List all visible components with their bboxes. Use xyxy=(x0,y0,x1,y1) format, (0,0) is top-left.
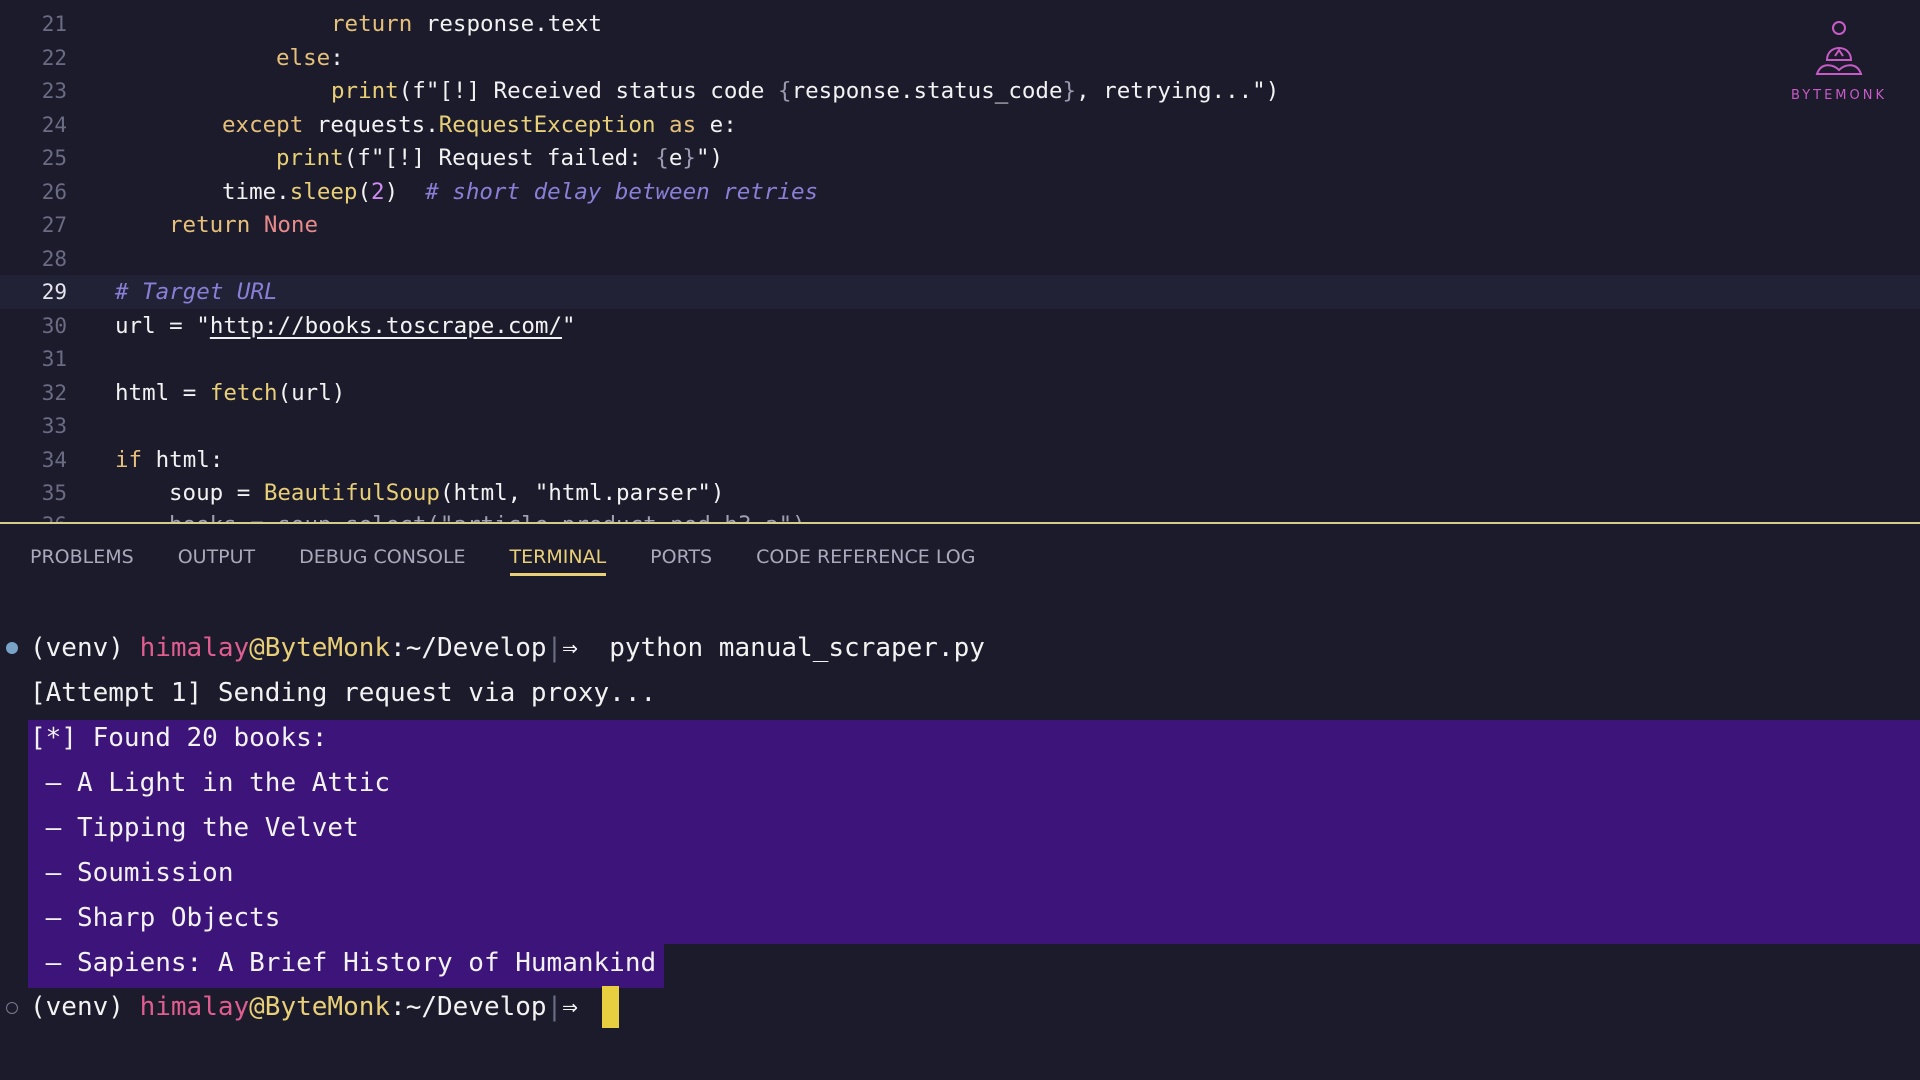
line-number: 31 xyxy=(41,347,67,371)
line-number: 27 xyxy=(41,213,67,237)
line-number: 23 xyxy=(41,79,67,103)
code-text: except requests.RequestException as e: xyxy=(222,112,737,138)
terminal-output-line: – A Light in the Attic xyxy=(30,768,391,798)
terminal-output-line: [Attempt 1] Sending request via proxy... xyxy=(30,678,657,708)
code-text: # Target URL xyxy=(115,279,278,305)
code-line-34[interactable]: 34 if html: xyxy=(0,443,1920,477)
code-text: time.sleep(2) # short delay between retr… xyxy=(222,179,819,205)
terminal-output-line: – Sharp Objects xyxy=(30,903,281,933)
code-line-22[interactable]: 22 else: xyxy=(0,41,1920,75)
code-line-27[interactable]: 27 return None xyxy=(0,208,1920,242)
line-number: 33 xyxy=(41,414,67,438)
bottom-panel: PROBLEMS OUTPUT DEBUG CONSOLE TERMINAL P… xyxy=(0,524,1920,1080)
tab-terminal[interactable]: TERMINAL xyxy=(509,538,606,576)
code-text: else: xyxy=(276,45,344,71)
line-number: 21 xyxy=(41,12,67,36)
code-line-32[interactable]: 32 html = fetch(url) xyxy=(0,376,1920,410)
tab-debug-console[interactable]: DEBUG CONSOLE xyxy=(299,538,465,576)
url-link[interactable]: http://books.toscrape.com/ xyxy=(210,313,562,339)
code-line-26[interactable]: 26 time.sleep(2) # short delay between r… xyxy=(0,175,1920,209)
code-line-31[interactable]: 31 xyxy=(0,342,1920,376)
terminal-prompt-line[interactable]: (venv) himalay@ByteMonk:~/Develop|⇒ xyxy=(30,987,578,1027)
terminal-output-line: [*] Found 20 books: xyxy=(30,723,328,753)
code-line-33[interactable]: 33 xyxy=(0,409,1920,443)
code-text: print(f"[!] Request failed: {e}") xyxy=(276,145,724,171)
monk-icon xyxy=(1815,21,1863,75)
line-number: 36 xyxy=(0,513,67,522)
code-line-36[interactable]: 36 books = soup.select("article.product_… xyxy=(0,508,1920,522)
terminal-cursor xyxy=(602,986,619,1028)
terminal-output-line: – Soumission xyxy=(30,858,234,888)
code-text: return response.text xyxy=(331,11,602,37)
code-text: html = fetch(url) xyxy=(115,380,346,406)
code-line-25[interactable]: 25 print(f"[!] Request failed: {e}") xyxy=(0,141,1920,175)
code-line-30[interactable]: 30 url = "http://books.toscrape.com/" xyxy=(0,309,1920,343)
code-line-23[interactable]: 23 print(f"[!] Received status code {res… xyxy=(0,74,1920,108)
code-text: return None xyxy=(169,212,319,238)
code-text: books = soup.select("article.product_pod… xyxy=(169,512,806,522)
code-text: soup = BeautifulSoup(html, "html.parser"… xyxy=(169,480,725,506)
line-number: 25 xyxy=(41,146,67,170)
logo-text: BYTEMONK xyxy=(1790,88,1887,103)
line-number: 32 xyxy=(41,381,67,405)
command-status-icon[interactable] xyxy=(6,642,18,654)
tab-ports[interactable]: PORTS xyxy=(650,538,712,576)
command-status-icon[interactable] xyxy=(6,1002,18,1014)
code-line-24[interactable]: 24 except requests.RequestException as e… xyxy=(0,108,1920,142)
line-number: 26 xyxy=(41,180,67,204)
bytemonk-logo: BYTEMONK xyxy=(1784,20,1894,103)
code-editor[interactable]: 21 return response.text 22 else: 23 prin… xyxy=(0,0,1920,522)
terminal-command: python manual_scraper.py xyxy=(577,633,985,663)
code-line-35[interactable]: 35 soup = BeautifulSoup(html, "html.pars… xyxy=(0,476,1920,510)
line-number: 24 xyxy=(41,113,67,137)
panel-tabs: PROBLEMS OUTPUT DEBUG CONSOLE TERMINAL P… xyxy=(0,524,1019,590)
tab-problems[interactable]: PROBLEMS xyxy=(30,538,134,576)
line-number: 30 xyxy=(41,314,67,338)
terminal-output-line: – Tipping the Velvet xyxy=(30,813,359,843)
code-line-28[interactable]: 28 xyxy=(0,242,1920,276)
line-number: 28 xyxy=(41,247,67,271)
code-text: url = "http://books.toscrape.com/" xyxy=(115,313,576,339)
tab-output[interactable]: OUTPUT xyxy=(178,538,255,576)
terminal-output-line: – Sapiens: A Brief History of Humankind xyxy=(30,948,657,978)
line-number: 29 xyxy=(41,280,67,304)
line-number: 35 xyxy=(41,481,67,505)
line-number: 22 xyxy=(41,46,67,70)
code-text: print(f"[!] Received status code {respon… xyxy=(331,78,1280,104)
code-line-29[interactable]: 29 # Target URL xyxy=(0,275,1920,309)
code-line-21[interactable]: 21 return response.text xyxy=(0,7,1920,41)
terminal-prompt-line: (venv) himalay@ByteMonk:~/Develop|⇒ pyth… xyxy=(30,633,985,663)
line-number: 34 xyxy=(41,448,67,472)
code-text: if html: xyxy=(115,447,224,473)
tab-code-reference-log[interactable]: CODE REFERENCE LOG xyxy=(756,538,975,576)
